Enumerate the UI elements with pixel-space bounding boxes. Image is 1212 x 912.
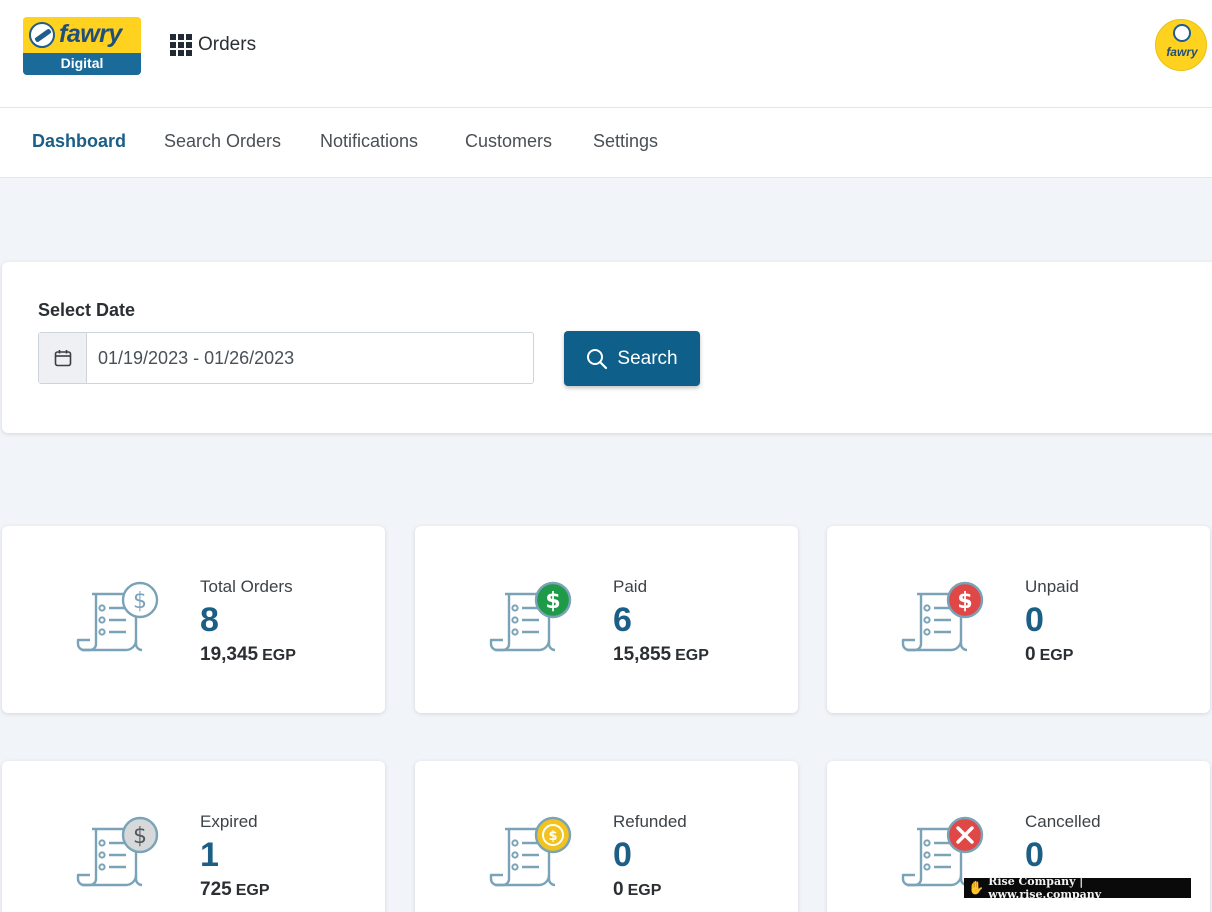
nav-item-customers[interactable]: Customers [465,131,552,152]
stat-amount: 19,345 EGP [200,644,296,666]
stat-card-total-orders[interactable]: $ Total Orders 8 19,345 EGP [2,526,385,713]
top-header: fawry Digital Orders fawry [0,0,1212,108]
main-nav: Dashboard Search Orders Notifications Cu… [0,108,1212,178]
stat-count: 0 [1025,836,1044,874]
svg-text:$: $ [133,824,147,849]
avatar-word: fawry [1166,45,1198,59]
select-date-label: Select Date [38,300,136,320]
stat-card-paid[interactable]: $ Paid 6 15,855 EGP [415,526,798,713]
stat-title: Cancelled [1025,812,1101,831]
app-switcher[interactable]: Orders [170,33,256,57]
stat-amount: 0 EGP [1025,644,1073,666]
svg-text:$: $ [133,589,147,614]
stat-currency: EGP [262,647,296,664]
receipt-dollar-icon: $ [489,581,572,652]
stat-card-expired[interactable]: $ Expired 1 725 EGP [2,761,385,912]
apps-grid-icon[interactable] [170,34,192,56]
stat-title: Paid [613,577,648,596]
stat-card-unpaid[interactable]: $ Unpaid 0 0 EGP [827,526,1210,713]
user-avatar[interactable]: fawry [1155,19,1207,71]
stat-count: 6 [613,601,632,639]
app-name[interactable]: Orders [198,34,256,56]
watermark-text: Rise Company | www.rise.company [988,875,1102,901]
nav-item-settings[interactable]: Settings [593,131,658,152]
svg-text:$: $ [545,589,560,614]
svg-text:$: $ [548,829,557,844]
stat-currency: EGP [1039,647,1074,664]
stat-count: 0 [613,836,632,874]
stat-title: Total Orders [200,577,293,596]
stat-currency: EGP [627,882,662,899]
stat-amount-value: 725 [200,879,232,900]
stat-title: Unpaid [1025,577,1079,596]
stat-amount: 725 EGP [200,879,270,901]
stat-card-refunded[interactable]: $ Refunded 0 0 EGP [415,761,798,912]
stat-amount-value: 19,345 [200,644,259,665]
stat-amount-value: 0 [613,879,624,900]
search-icon [587,348,608,369]
receipt-dollar-outline-icon: $ [76,581,159,652]
stat-count: 1 [200,836,219,874]
logo-word: fawry [59,20,122,48]
stat-amount: 0 EGP [613,879,661,901]
nav-item-dashboard[interactable]: Dashboard [32,131,126,152]
stat-currency: EGP [675,647,709,664]
stat-title: Expired [200,812,258,831]
receipt-dollar-icon: $ [901,581,984,652]
nav-item-search-orders[interactable]: Search Orders [164,131,281,152]
logo-subtitle: Digital [60,55,104,71]
nav-item-notifications[interactable]: Notifications [320,131,418,152]
hand-icon: ✋ [968,880,985,896]
stat-title: Refunded [613,812,687,831]
date-range-input[interactable] [87,333,533,383]
date-range-group [38,332,534,384]
logo-mark-icon [29,22,55,48]
stat-count: 0 [1025,601,1044,639]
svg-text:$: $ [957,589,972,614]
search-button-label: Search [617,347,678,369]
fawry-digital-logo[interactable]: fawry Digital [23,17,141,75]
receipt-coin-refund-icon: $ [489,816,572,887]
stat-amount: 15,855 EGP [613,644,709,666]
avatar-mark-icon [1173,24,1191,42]
receipt-dollar-grey-icon: $ [76,816,159,887]
date-filter-card: Select Date Search [2,262,1212,433]
calendar-icon[interactable] [39,333,87,383]
stat-currency: EGP [235,882,270,899]
watermark: ✋ Rise Company | www.rise.company [964,875,1191,901]
stat-amount-value: 15,855 [613,644,672,665]
stat-amount-value: 0 [1025,644,1036,665]
search-button[interactable]: Search [564,331,700,386]
stat-count: 8 [200,601,219,639]
